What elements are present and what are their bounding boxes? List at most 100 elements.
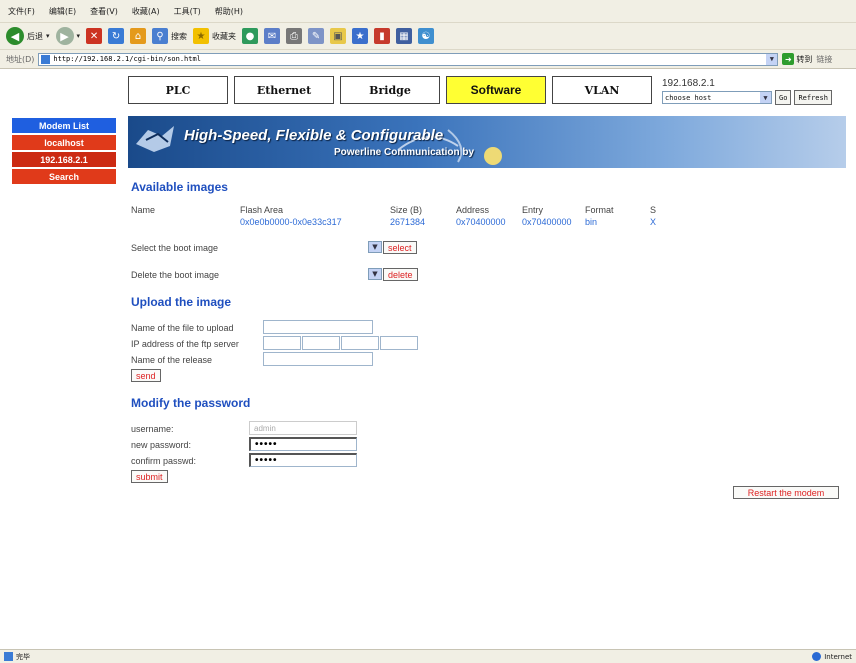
file-upload-label: Name of the file to upload (131, 323, 234, 333)
host-select-value: choose host (665, 93, 712, 102)
ftp-ip-octet-1[interactable] (263, 336, 301, 350)
back-button[interactable]: ◀ 后退 ▾ (6, 27, 50, 45)
sidebar-item-localhost[interactable]: localhost (12, 135, 116, 150)
sidebar-item-search[interactable]: Search (12, 169, 116, 184)
username-label: username: (131, 424, 174, 434)
header-format: Format (585, 205, 614, 215)
banner: High-Speed, Flexible & Configurable Powe… (128, 116, 846, 168)
links-label[interactable]: 链接 (816, 54, 832, 65)
tab-software[interactable]: Software (446, 76, 546, 104)
menu-help[interactable]: 帮助(H) (215, 6, 243, 17)
history-icon[interactable]: ● (242, 28, 259, 44)
favorites-label: 收藏夹 (212, 31, 237, 41)
home-icon[interactable]: ⌂ (130, 28, 147, 44)
cell-entry: 0x70400000 (522, 217, 572, 227)
star-icon: ★ (193, 28, 210, 44)
search-button[interactable]: ⚲ 搜索 (152, 28, 187, 44)
confirm-password-label: confirm passwd: (131, 456, 197, 466)
status-bar: 完毕 Internet (0, 649, 856, 663)
research-icon[interactable]: ▦ (396, 28, 413, 44)
cell-flash-area: 0x0e0b0000-0x0e33c317 (240, 217, 342, 227)
header-flash-area: Flash Area (240, 205, 284, 215)
pdf-icon[interactable]: ▮ (374, 28, 391, 44)
file-name-input[interactable] (263, 320, 373, 334)
cell-size: 2671384 (390, 217, 426, 227)
globe-icon (812, 652, 822, 661)
new-password-field[interactable]: ••••• (249, 437, 357, 451)
menu-file[interactable]: 文件(F) (8, 6, 35, 17)
header-address: Address (456, 205, 490, 215)
tab-plc[interactable]: PLC (128, 76, 228, 104)
header-entry: Entry (522, 205, 544, 215)
browser-toolbar: ◀ 后退 ▾ ▶ ▾ ✕ ↻ ⌂ ⚲ 搜索 ★ 收藏夹 ● ✉ ⎙ ✎ ▣ ★ … (0, 23, 856, 50)
users-icon[interactable]: ☯ (418, 28, 435, 44)
current-host-ip: 192.168.2.1 (662, 78, 715, 89)
header-name: Name (131, 205, 156, 215)
ftp-ip-octet-4[interactable] (380, 336, 418, 350)
refresh-icon[interactable]: ↻ (108, 28, 125, 44)
cell-address: 0x70400000 (456, 217, 506, 227)
tab-vlan[interactable]: VLAN (552, 76, 652, 104)
sidebar-item-192-168-2-1[interactable]: 192.168.2.1 (12, 152, 116, 167)
select-button[interactable]: select (383, 241, 417, 254)
go-label: 转到 (796, 54, 813, 64)
delete-image-select[interactable]: ▼ (368, 268, 382, 280)
address-label: 地址(D) (6, 54, 35, 64)
page-icon (4, 652, 13, 661)
edit-icon[interactable]: ✎ (308, 28, 325, 44)
stop-icon[interactable]: ✕ (86, 28, 103, 44)
note-icon[interactable]: ▣ (330, 28, 347, 44)
sidebar-item-modem-list[interactable]: Modem List (12, 118, 116, 133)
go-button[interactable]: ➜ 转到 (782, 53, 812, 65)
menu-favorites[interactable]: 收藏(A) (132, 6, 160, 17)
release-name-label: Name of the release (131, 355, 213, 365)
ftp-ip-octet-3[interactable] (341, 336, 379, 350)
search-icon: ⚲ (152, 28, 169, 44)
security-zone: Internet (812, 650, 852, 663)
release-name-input[interactable] (263, 352, 373, 366)
delete-boot-label: Delete the boot image (131, 270, 220, 280)
forward-button[interactable]: ▶ ▾ (55, 27, 80, 45)
banner-title: High-Speed, Flexible & Configurable (184, 127, 444, 144)
back-label: 后退 (27, 31, 43, 41)
chevron-down-icon[interactable]: ▼ (766, 53, 778, 65)
print-icon[interactable]: ⎙ (286, 28, 303, 44)
page-icon (41, 54, 51, 64)
username-field: admin (249, 421, 357, 435)
menu-view[interactable]: 查看(V) (90, 6, 118, 17)
url-text: http://192.168.2.1/cgi-bin/son.html (53, 55, 201, 63)
chevron-down-icon: ▼ (372, 270, 378, 278)
menu-bar: 文件(F) 编辑(E) 查看(V) 收藏(A) 工具(T) 帮助(H) (0, 0, 856, 23)
chevron-down-icon: ▼ (372, 243, 378, 251)
confirm-password-field[interactable]: ••••• (249, 453, 357, 467)
tab-bridge[interactable]: Bridge (340, 76, 440, 104)
send-button[interactable]: send (131, 369, 161, 382)
restart-modem-button[interactable]: Restart the modem (733, 486, 839, 499)
tab-ethernet[interactable]: Ethernet (234, 76, 334, 104)
cell-s: X (650, 217, 657, 227)
upload-image-heading: Upload the image (131, 295, 232, 309)
favorites-button[interactable]: ★ 收藏夹 (193, 28, 236, 44)
banner-subtitle: Powerline Communication by (334, 147, 475, 158)
new-password-label: new password: (131, 440, 192, 450)
host-selector: 192.168.2.1 choose host ▼ Go Refresh (662, 78, 832, 105)
go-host-button[interactable]: Go (775, 90, 792, 105)
refresh-button[interactable]: Refresh (794, 90, 832, 105)
chevron-down-icon: ▼ (760, 92, 771, 103)
forward-arrow-icon: ▶ (55, 27, 74, 45)
menu-edit[interactable]: 编辑(E) (49, 6, 76, 17)
go-arrow-icon: ➜ (782, 53, 795, 65)
messenger-icon[interactable]: ★ (352, 28, 369, 44)
host-select[interactable]: choose host ▼ (662, 91, 772, 104)
back-arrow-icon: ◀ (6, 27, 24, 45)
available-images-heading: Available images (131, 180, 228, 194)
ftp-ip-octet-2[interactable] (302, 336, 340, 350)
header-size: Size (B) (390, 205, 423, 215)
submit-button[interactable]: submit (131, 470, 168, 483)
menu-tools[interactable]: 工具(T) (174, 6, 201, 17)
delete-button[interactable]: delete (383, 268, 418, 281)
boot-image-select[interactable]: ▼ (368, 241, 382, 253)
url-input[interactable]: http://192.168.2.1/cgi-bin/son.html ▼ (38, 52, 779, 66)
main-tabs: PLC Ethernet Bridge Software VLAN (128, 76, 658, 104)
mail-icon[interactable]: ✉ (264, 28, 281, 44)
